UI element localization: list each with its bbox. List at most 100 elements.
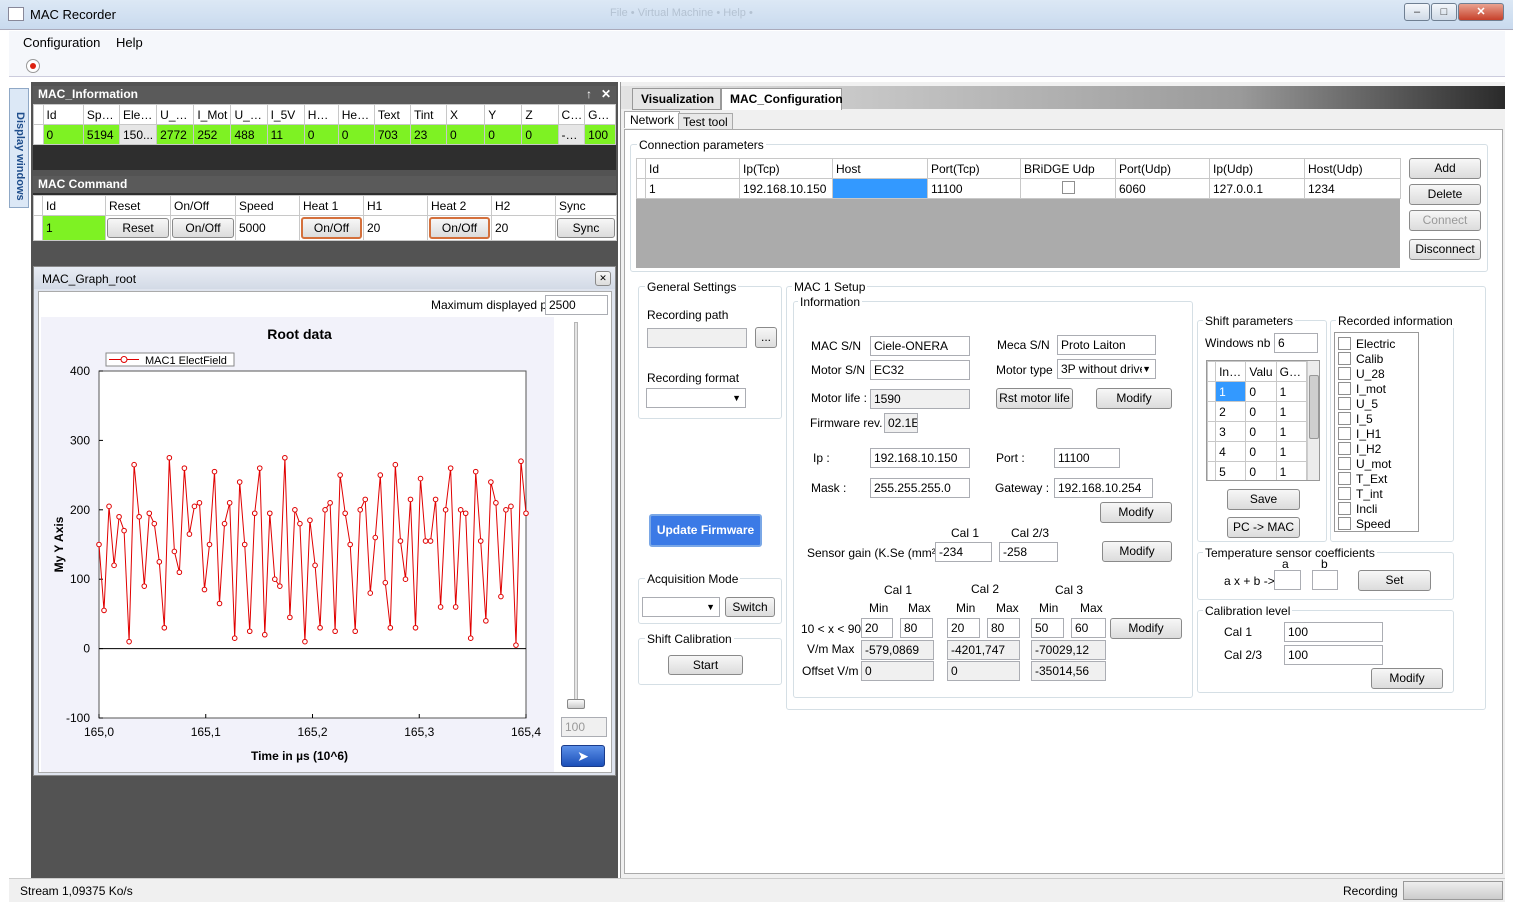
shift-cell[interactable]: 0 [1245,381,1277,402]
shift-column-header[interactable]: Valu [1245,361,1277,382]
info-cell[interactable]: 100 [584,124,616,145]
acquisition-mode-select[interactable]: ▼ [642,597,720,617]
recorded-checkbox[interactable] [1338,367,1351,381]
conn-host[interactable] [832,178,928,199]
cal3-max-input[interactable]: 60 [1071,618,1106,638]
recorded-item[interactable]: I_H1 [1338,426,1381,441]
info-cell[interactable]: 703 [373,124,411,145]
recorded-item[interactable]: I_mot [1338,381,1386,396]
shift-row[interactable]: 201 [1207,401,1308,422]
shift-row[interactable]: 501 [1207,461,1308,480]
info-column-header[interactable]: Tint [409,104,448,125]
calib-cal1-input[interactable]: 100 [1284,622,1383,642]
info-cell[interactable]: 150... [118,124,158,145]
pc-to-mac-button[interactable]: PC -> MAC [1227,517,1300,538]
connection-column-header[interactable]: Id [645,158,740,179]
bridge-udp-checkbox[interactable] [1061,180,1075,194]
shift-row[interactable]: 401 [1207,441,1308,462]
shift-row[interactable]: 101 [1207,381,1308,402]
info-column-header[interactable]: Text [373,104,411,125]
command-column-header[interactable]: Heat 2 [427,195,492,216]
h1-cell[interactable]: 20 [363,215,428,241]
tab-mac-configuration[interactable]: MAC_Configuration [721,88,843,110]
recorded-item[interactable]: Speed [1338,516,1391,531]
modify-calib-button[interactable]: Modify [1110,618,1182,639]
command-column-header[interactable]: H2 [491,195,556,216]
info-column-header[interactable]: Speec [82,104,121,125]
shift-cell[interactable]: 0 [1245,401,1277,422]
recorded-checkbox[interactable] [1338,457,1351,471]
shift-cell[interactable]: 3 [1215,421,1247,442]
tab-visualization[interactable]: Visualization [632,88,721,110]
recorded-checkbox[interactable] [1338,352,1351,366]
recorded-checkbox[interactable] [1338,337,1351,351]
info-cell[interactable]: 5194 [82,124,121,145]
recorded-checkbox[interactable] [1338,397,1351,411]
command-column-header[interactable]: Id [42,195,106,216]
shift-cell[interactable]: 0 [1245,441,1277,462]
info-column-header[interactable]: Heate [303,104,339,125]
recorded-checkbox[interactable] [1338,412,1351,426]
modify-gain-button[interactable]: Modify [1102,541,1172,562]
recording-format-select[interactable]: ▼ [646,388,746,408]
connection-column-header[interactable]: Host [832,158,928,179]
connection-column-header[interactable]: BRiDGE Udp [1020,158,1116,179]
heat1-button[interactable]: On/Off [301,217,362,239]
shift-column-header[interactable]: Inde [1215,361,1247,382]
shift-cell[interactable]: 4 [1215,441,1247,462]
recorded-checkbox[interactable] [1338,517,1351,531]
shift-cell[interactable]: 2 [1215,401,1247,422]
info-column-header[interactable]: Gain [584,104,616,125]
info-cell[interactable]: -1... [557,124,586,145]
tab-network[interactable]: Network [624,111,681,128]
restore-button[interactable]: □ [1431,3,1457,21]
close-button[interactable]: ✕ [1458,3,1504,21]
info-cell[interactable]: 0 [303,124,339,145]
record-icon[interactable] [26,59,40,73]
graph-close-button[interactable]: ✕ [595,271,611,286]
info-cell[interactable]: 488 [230,124,268,145]
modify-motor-button[interactable]: Modify [1096,388,1172,409]
gateway-input[interactable]: 192.168.10.254 [1054,478,1153,498]
gain-cal1-input[interactable]: -234 [935,542,992,562]
conn-port[interactable]: 11100 [927,178,1021,199]
shift-cell[interactable]: 1 [1275,421,1308,442]
menu-help[interactable]: Help [116,35,143,50]
cal2-min-input[interactable]: 20 [947,618,980,638]
command-column-header[interactable]: H1 [363,195,428,216]
calib-modify-button[interactable]: Modify [1371,668,1443,689]
recorded-item[interactable]: Incli [1338,501,1377,516]
play-button[interactable]: ➤ [561,745,605,767]
recording-path-input[interactable] [647,328,747,348]
shift-save-button[interactable]: Save [1227,489,1300,510]
recorded-checkbox[interactable] [1338,487,1351,501]
recorded-item[interactable]: I_5 [1338,411,1373,426]
pin-icon[interactable]: ↑ [586,86,592,103]
coef-b-input[interactable] [1312,570,1338,590]
info-cell[interactable]: 0 [42,124,84,145]
shift-cell[interactable]: 1 [1275,401,1308,422]
sync-button[interactable]: Sync [557,218,615,238]
recorded-item[interactable]: T_Ext [1338,471,1387,486]
windows-nb-input[interactable]: 6 [1274,333,1318,353]
info-cell[interactable]: 23 [409,124,448,145]
recorded-item[interactable]: Electric [1338,336,1395,351]
conn-ip[interactable]: 192.168.10.150 [739,178,833,199]
info-column-header[interactable]: Heate [337,104,375,125]
recorded-checkbox[interactable] [1338,502,1351,516]
port-input[interactable]: 11100 [1054,448,1120,468]
conn-ip-udp[interactable]: 127.0.0.1 [1209,178,1305,199]
recorded-item[interactable]: U_28 [1338,366,1385,381]
shift-cell[interactable]: 1 [1275,381,1308,402]
shift-row[interactable]: 301 [1207,421,1308,442]
motor-type-select[interactable]: 3P without driver ▼ [1057,359,1156,379]
cal2-max-input[interactable]: 80 [987,618,1020,638]
reset-button[interactable]: Reset [107,218,169,238]
heat2-button[interactable]: On/Off [429,217,490,239]
cal3-min-input[interactable]: 50 [1031,618,1064,638]
command-column-header[interactable]: Heat 1 [299,195,364,216]
onoff-button[interactable]: On/Off [172,218,234,238]
info-cell[interactable]: 2772 [156,124,195,145]
panel-close-icon[interactable]: ✕ [601,86,611,103]
gain-cal23-input[interactable]: -258 [999,542,1058,562]
